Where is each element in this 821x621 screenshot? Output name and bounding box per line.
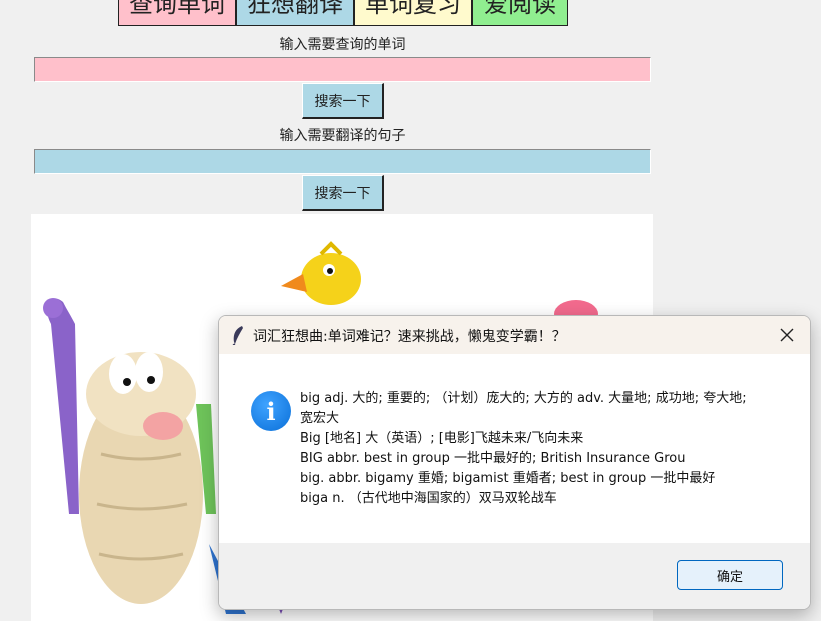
info-dialog: 词汇狂想曲:单词难记？速来挑战，懒鬼变学霸！？ i big adj. 大的; 重…: [218, 315, 811, 610]
sentence-search-button[interactable]: 搜索一下: [302, 175, 384, 211]
tab-reading[interactable]: 爱阅读: [472, 0, 568, 26]
sentence-input[interactable]: [34, 149, 651, 174]
info-icon: i: [251, 391, 291, 431]
dialog-body: i big adj. 大的; 重要的; （计划）庞大的; 大方的 adv. 大量…: [219, 354, 810, 543]
dialog-title: 词汇狂想曲:单词难记？速来挑战，懒鬼变学霸！？: [253, 329, 566, 345]
message-line: Big [地名] 大（英语）; [电影]飞越未来/飞向未来: [300, 431, 584, 446]
message-line: big. abbr. bigamy 重婚; bigamist 重婚者; best…: [300, 471, 716, 486]
dialog-titlebar: 词汇狂想曲:单词难记？速来挑战，懒鬼变学霸！？: [219, 316, 810, 354]
word-input-label: 输入需要查询的单词: [279, 37, 406, 53]
dialog-message: big adj. 大的; 重要的; （计划）庞大的; 大方的 adv. 大量地;…: [300, 389, 780, 509]
word-search-button[interactable]: 搜索一下: [302, 83, 384, 119]
message-line: biga n. （古代地中海国家的）双马双轮战车: [300, 491, 557, 506]
dialog-footer: 确定: [219, 543, 810, 609]
top-tab-bar: 查询单词 狂想翻译 单词复习 爱阅读: [118, 0, 568, 28]
tab-lookup-word[interactable]: 查询单词: [118, 0, 236, 26]
message-line: BIG abbr. best in group 一批中最好的; British …: [300, 451, 686, 466]
word-input[interactable]: [34, 57, 651, 82]
close-icon[interactable]: [776, 324, 798, 346]
tab-review[interactable]: 单词复习: [354, 0, 472, 26]
message-line: 宽宏大: [300, 411, 340, 426]
ok-button[interactable]: 确定: [677, 560, 783, 590]
message-line: big adj. 大的; 重要的; （计划）庞大的; 大方的 adv. 大量地;…: [300, 391, 747, 406]
feather-icon: [232, 326, 243, 345]
tab-translate[interactable]: 狂想翻译: [236, 0, 354, 26]
sentence-input-label: 输入需要翻译的句子: [279, 128, 406, 144]
